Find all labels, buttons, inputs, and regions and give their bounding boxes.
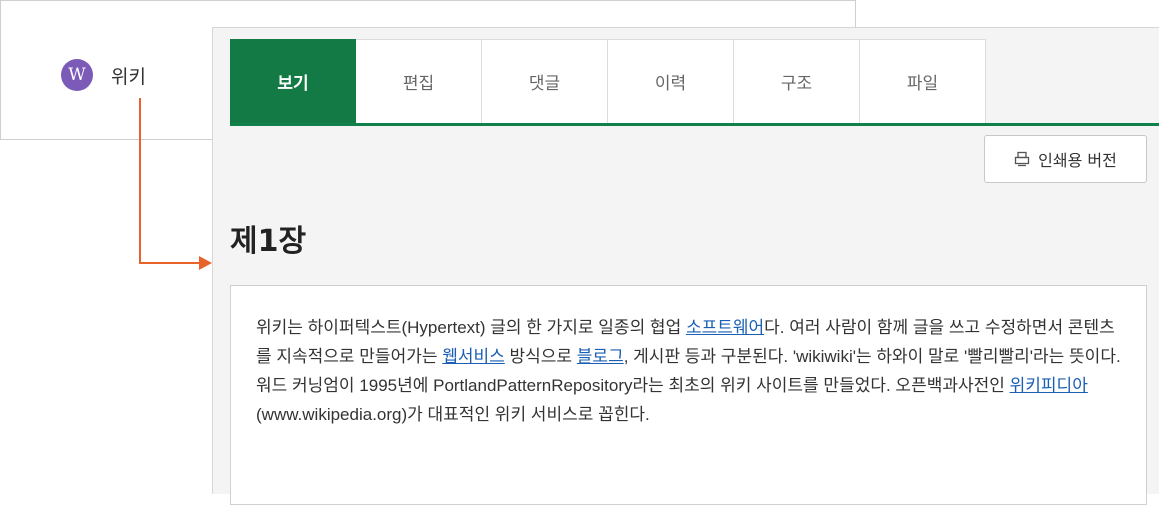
- print-version-label: 인쇄용 버전: [1038, 151, 1117, 170]
- body-text: 위키는 하이퍼텍스트(Hypertext) 글의 한 가지로 일종의 협업: [256, 318, 686, 337]
- printer-icon: [1014, 151, 1030, 167]
- tab-edit[interactable]: 편집: [356, 39, 482, 123]
- callout-arrow: [139, 98, 212, 270]
- body-text: 방식으로: [504, 347, 577, 366]
- link-blog[interactable]: 블로그: [577, 347, 624, 366]
- print-version-button[interactable]: 인쇄용 버전: [984, 135, 1147, 183]
- link-web-service[interactable]: 웹서비스: [442, 347, 505, 366]
- tab-comments[interactable]: 댓글: [482, 39, 608, 123]
- tab-view[interactable]: 보기: [230, 39, 356, 123]
- link-software[interactable]: 소프트웨어: [686, 318, 764, 337]
- body-text: (www.wikipedia.org)가 대표적인 위키 서비스로 꼽힌다.: [256, 405, 650, 424]
- page-title: 제1장: [230, 224, 307, 259]
- tab-underline: [230, 123, 1159, 126]
- tab-history[interactable]: 이력: [608, 39, 734, 123]
- wiki-content: 위키는 하이퍼텍스트(Hypertext) 글의 한 가지로 일종의 협업 소프…: [230, 285, 1147, 505]
- tab-structure[interactable]: 구조: [734, 39, 860, 123]
- link-wikipedia[interactable]: 위키피디아: [1010, 376, 1088, 395]
- wiki-page-panel: 보기 편집 댓글 이력 구조 파일 인쇄용 버전 제1장 위키는 하이퍼텍스트(…: [212, 27, 1159, 505]
- wiki-tab-bar: 보기 편집 댓글 이력 구조 파일: [230, 39, 988, 126]
- tab-files[interactable]: 파일: [860, 39, 986, 123]
